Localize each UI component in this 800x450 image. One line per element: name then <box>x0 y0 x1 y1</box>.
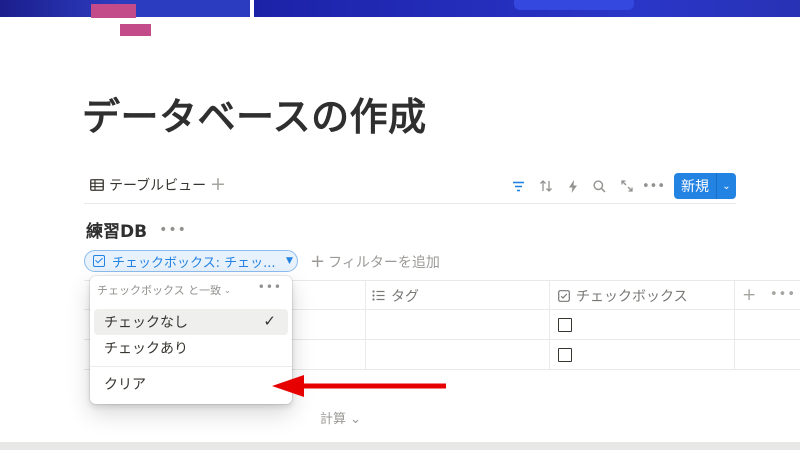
new-button[interactable]: 新規 ⌄ <box>674 173 736 199</box>
add-column-button[interactable]: + <box>742 285 756 305</box>
bottom-divider <box>0 442 800 450</box>
database-title-text: 練習DB <box>86 222 148 242</box>
tab-table-view[interactable]: テーブルビュー <box>84 175 206 195</box>
clear-filter-button[interactable]: クリア <box>94 371 288 397</box>
page-title[interactable]: データベースの作成 <box>82 86 427 141</box>
checkbox-icon <box>558 289 570 302</box>
filter-icon[interactable] <box>505 173 532 199</box>
add-view-button[interactable]: + <box>210 173 226 195</box>
list-icon <box>372 290 385 301</box>
filter-dropdown-menu: チェックボックス と一致 ⌄ ••• チェックなし ✓ チェックあり クリア <box>90 276 292 404</box>
table-icon <box>90 179 104 191</box>
cover-image-right <box>254 0 800 17</box>
option-label: チェックあり <box>104 341 188 357</box>
view-toolbar: ••• 新規 ⌄ <box>505 173 736 199</box>
row-checkbox[interactable] <box>558 318 572 332</box>
add-filter-label: フィルターを追加 <box>328 255 440 271</box>
filter-condition-label: チェックボックス と一致 <box>97 284 222 297</box>
filter-chip-label: チェックボックス: チェッ... <box>112 255 276 271</box>
automation-bolt-icon[interactable] <box>559 173 586 199</box>
page-icon[interactable] <box>91 0 151 40</box>
column-more-icon[interactable]: ••• <box>770 287 796 302</box>
database-more-icon[interactable]: ••• <box>159 222 187 238</box>
row-checkbox[interactable] <box>558 348 572 362</box>
option-unchecked[interactable]: チェックなし ✓ <box>94 309 288 335</box>
option-checked[interactable]: チェックあり <box>94 335 288 361</box>
views-bar: テーブルビュー + ••• 新規 ⌄ <box>84 172 736 204</box>
search-icon[interactable] <box>586 173 613 199</box>
more-options-icon[interactable]: ••• <box>640 173 667 199</box>
option-label: チェックなし <box>104 315 188 331</box>
column-header-checkbox[interactable]: チェックボックス <box>558 281 688 310</box>
checkbox-icon <box>93 255 105 267</box>
column-header-tags[interactable]: タグ <box>372 281 419 310</box>
clear-label: クリア <box>104 377 146 393</box>
column-header-label: タグ <box>391 288 419 305</box>
chevron-down-icon: ⌄ <box>224 285 231 295</box>
filter-condition-selector[interactable]: チェックボックス と一致 ⌄ <box>97 282 231 298</box>
sort-icon[interactable] <box>532 173 559 199</box>
add-filter-button[interactable]: + フィルターを追加 <box>310 252 440 272</box>
chevron-down-icon: ▼ <box>286 256 293 266</box>
new-menu-chevron-icon[interactable]: ⌄ <box>717 181 736 192</box>
calculate-button[interactable]: 計算 ⌄ <box>320 408 361 427</box>
new-button-label: 新規 <box>681 179 709 195</box>
column-header-label: チェックボックス <box>576 288 688 305</box>
tab-label: テーブルビュー <box>109 178 207 194</box>
filter-chip[interactable]: チェックボックス: チェッ... ▼ <box>84 250 298 272</box>
dropdown-more-icon[interactable]: ••• <box>258 280 282 294</box>
expand-icon[interactable] <box>613 173 640 199</box>
database-title[interactable]: 練習DB ••• <box>86 217 187 243</box>
check-icon: ✓ <box>263 312 276 330</box>
plus-icon: + <box>310 251 326 272</box>
